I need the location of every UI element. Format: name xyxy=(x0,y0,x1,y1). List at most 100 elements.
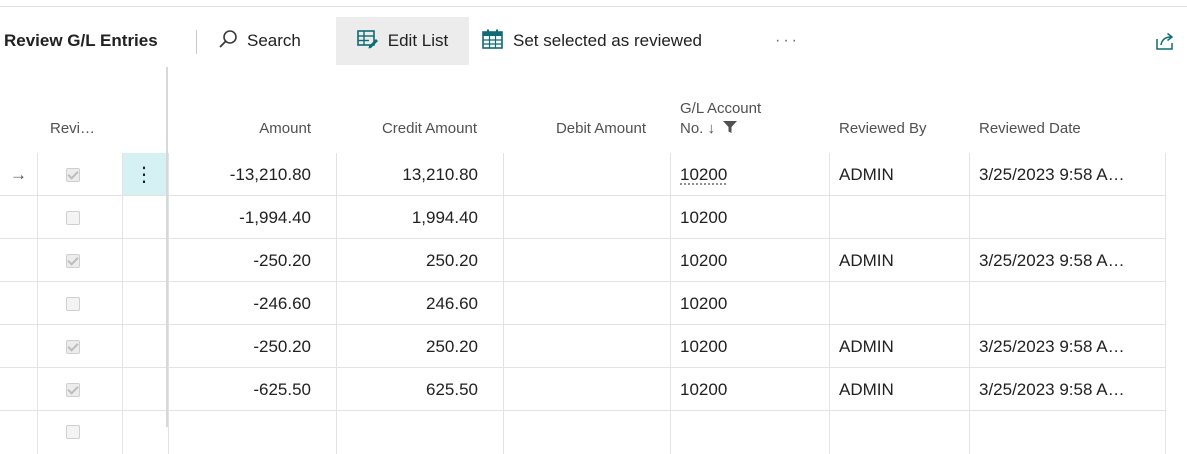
reviewed-date-value-cell[interactable]: 3/25/2023 9:58 A… xyxy=(979,153,1125,196)
reviewed-date-value: 3/25/2023 9:58 A… xyxy=(979,379,1125,399)
reviewed-checkbox[interactable] xyxy=(66,425,80,439)
cell-divider xyxy=(503,368,504,411)
gl-account-no: 10200 xyxy=(680,293,728,313)
table-row[interactable]: -625.50 625.50 10200 ADMIN 3/25/2023 9:58 A… xyxy=(0,368,1187,411)
reviewed-checkbox[interactable] xyxy=(66,253,80,268)
column-header-reviewed[interactable]: Revi… xyxy=(50,119,95,139)
credit-amount-value: 13,210.80 xyxy=(402,164,478,184)
gl-account-no-cell[interactable]: 10200 xyxy=(680,325,727,368)
column-header-gl-account-no[interactable]: G/L Account No. ↓ xyxy=(680,99,761,139)
reviewed-checkbox[interactable] xyxy=(66,339,80,354)
cell-divider xyxy=(336,282,337,325)
reviewed-date-value-cell[interactable]: 3/25/2023 9:58 A… xyxy=(979,239,1125,282)
gl-account-no-cell[interactable]: 10200 xyxy=(680,368,727,411)
table-row[interactable]: -250.20 250.20 10200 ADMIN 3/25/2023 9:58 A… xyxy=(0,325,1187,368)
cell-divider xyxy=(122,239,123,282)
cell-divider xyxy=(37,196,38,239)
search-button[interactable]: Search xyxy=(218,17,301,65)
gl-header-sort-label: No. ↓ xyxy=(680,119,716,137)
cell-divider xyxy=(1165,282,1166,325)
table-row[interactable]: -246.60 246.60 10200 xyxy=(0,282,1187,325)
cell-divider xyxy=(336,153,337,196)
gl-account-no[interactable]: 10200 xyxy=(680,165,727,185)
reviewed-cell xyxy=(66,196,80,239)
cell-divider xyxy=(336,368,337,411)
credit-amount-value-cell[interactable]: 13,210.80 xyxy=(402,153,478,196)
table-row[interactable]: -1,994.40 1,994.40 10200 xyxy=(0,196,1187,239)
vertical-ellipsis-icon: ⋮ xyxy=(134,164,154,186)
credit-amount-value-cell[interactable]: 250.20 xyxy=(426,239,478,282)
share-icon[interactable] xyxy=(1155,17,1175,65)
cell-divider xyxy=(670,153,671,196)
credit-amount-value: 250.20 xyxy=(426,336,478,356)
cell-divider xyxy=(670,239,671,282)
reviewed-date-value: 3/25/2023 9:58 A… xyxy=(979,336,1125,356)
gl-account-no: 10200 xyxy=(680,336,728,356)
reviewed-checkbox[interactable] xyxy=(66,167,80,182)
gl-header-line2: No. ↓ xyxy=(680,119,761,139)
reviewed-cell xyxy=(66,325,80,368)
cell-divider xyxy=(1165,325,1166,368)
cell-divider xyxy=(168,196,169,239)
reviewed-by-value-cell[interactable]: ADMIN xyxy=(839,239,894,282)
toolbar-divider xyxy=(196,30,197,54)
credit-amount-value: 625.50 xyxy=(426,379,478,399)
amount-value-cell[interactable]: -246.60 xyxy=(253,282,311,325)
gl-account-no-cell[interactable]: 10200 xyxy=(680,196,727,239)
cell-divider xyxy=(122,282,123,325)
column-header-reviewed-by[interactable]: Reviewed By xyxy=(839,119,927,139)
column-header-amount[interactable]: Amount xyxy=(259,119,311,139)
credit-amount-value-cell[interactable]: 1,994.40 xyxy=(412,196,478,239)
gl-account-no: 10200 xyxy=(680,207,728,227)
table-row[interactable]: → ⋮ -13,210.80 13,210.80 10200 ADMIN 3/25/2023… xyxy=(0,153,1187,196)
set-selected-reviewed-label: Set selected as reviewed xyxy=(513,31,702,50)
cell-divider xyxy=(168,153,169,196)
table-row-partial xyxy=(0,411,1187,454)
table-row[interactable]: -250.20 250.20 10200 ADMIN 3/25/2023 9:58 A… xyxy=(0,239,1187,282)
page-title: Review G/L Entries xyxy=(4,31,158,50)
cell-divider xyxy=(37,411,38,454)
cell-divider xyxy=(969,325,970,368)
cell-divider xyxy=(168,411,169,454)
reviewed-by-value-cell[interactable]: ADMIN xyxy=(839,368,894,411)
edit-list-button[interactable]: Edit List xyxy=(336,17,469,65)
cell-divider xyxy=(37,368,38,411)
cell-divider xyxy=(829,368,830,411)
amount-value: -250.20 xyxy=(253,336,311,356)
cell-divider xyxy=(503,282,504,325)
reviewed-by-value: ADMIN xyxy=(839,164,894,184)
cell-divider xyxy=(670,411,671,454)
credit-amount-value: 250.20 xyxy=(426,250,478,270)
reviewed-checkbox[interactable] xyxy=(66,296,80,311)
cell-divider xyxy=(829,239,830,282)
amount-value-cell[interactable]: -13,210.80 xyxy=(230,153,311,196)
reviewed-cell xyxy=(66,368,80,411)
credit-amount-value-cell[interactable]: 250.20 xyxy=(426,325,478,368)
reviewed-date-value-cell[interactable]: 3/25/2023 9:58 A… xyxy=(979,325,1125,368)
gl-account-no-cell[interactable]: 10200 xyxy=(680,239,727,282)
row-actions-button[interactable]: ⋮ xyxy=(122,153,166,196)
amount-value-cell[interactable]: -1,994.40 xyxy=(239,196,311,239)
cell-divider xyxy=(1165,196,1166,239)
reviewed-date-value-cell[interactable]: 3/25/2023 9:58 A… xyxy=(979,368,1125,411)
column-header-reviewed-date[interactable]: Reviewed Date xyxy=(979,119,1081,139)
amount-value-cell[interactable]: -625.50 xyxy=(253,368,311,411)
gl-account-no-cell[interactable]: 10200 xyxy=(680,153,727,196)
cell-divider xyxy=(168,282,169,325)
credit-amount-value-cell[interactable]: 625.50 xyxy=(426,368,478,411)
more-options-button[interactable]: ··· xyxy=(775,17,800,65)
amount-value-cell[interactable]: -250.20 xyxy=(253,239,311,282)
amount-value-cell[interactable]: -250.20 xyxy=(253,325,311,368)
reviewed-checkbox[interactable] xyxy=(66,210,80,225)
reviewed-checkbox[interactable] xyxy=(66,382,80,397)
column-header-credit-amount[interactable]: Credit Amount xyxy=(382,119,477,139)
cell-divider xyxy=(168,325,169,368)
reviewed-cell xyxy=(66,239,80,282)
gl-account-no-cell[interactable]: 10200 xyxy=(680,282,727,325)
reviewed-by-value-cell[interactable]: ADMIN xyxy=(839,153,894,196)
reviewed-by-value-cell[interactable]: ADMIN xyxy=(839,325,894,368)
column-header-debit-amount[interactable]: Debit Amount xyxy=(556,119,646,139)
cell-divider xyxy=(37,325,38,368)
credit-amount-value-cell[interactable]: 246.60 xyxy=(426,282,478,325)
set-selected-reviewed-button[interactable]: Set selected as reviewed xyxy=(482,17,702,65)
